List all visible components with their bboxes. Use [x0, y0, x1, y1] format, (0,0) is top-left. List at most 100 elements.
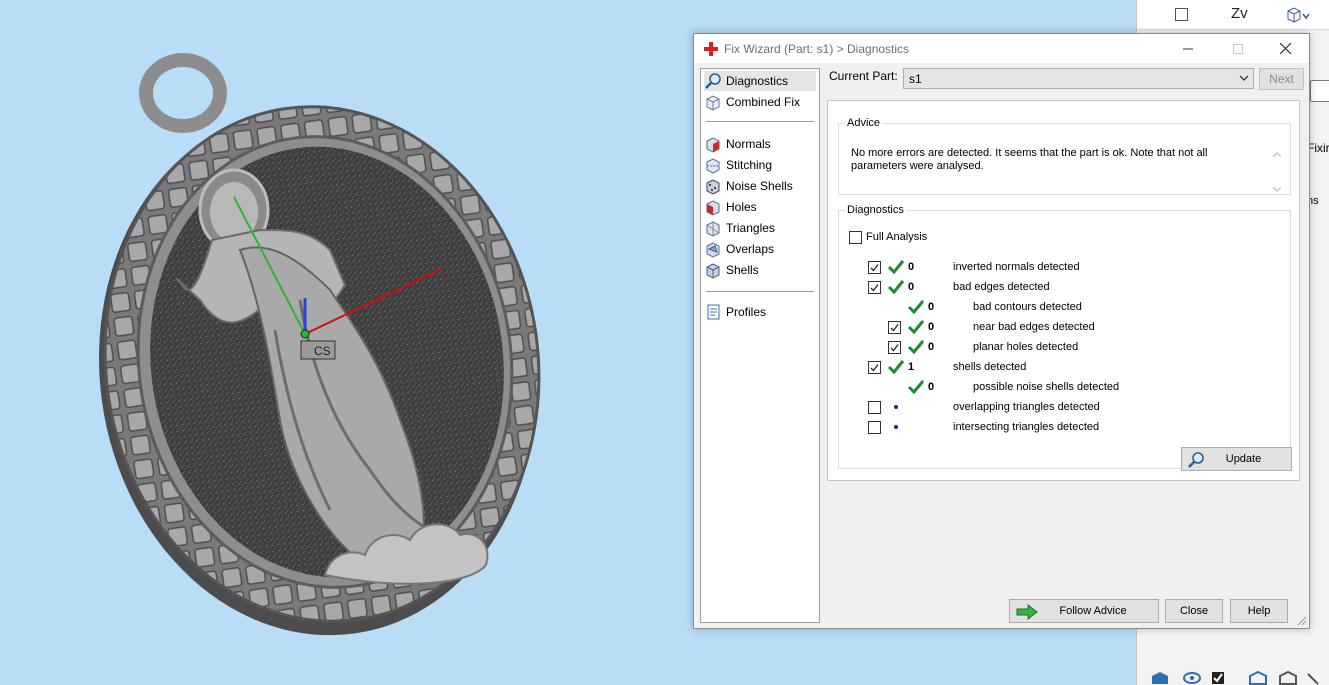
pending-dot-icon — [894, 405, 898, 409]
maximize-icon[interactable] — [1215, 34, 1261, 63]
diagnostics-legend: Diagnostics — [847, 204, 904, 216]
nav-label: Noise Shells — [726, 179, 793, 193]
row-label: possible noise shells detected — [973, 381, 1120, 393]
help-button[interactable]: Help — [1230, 599, 1288, 623]
overlaps-icon — [706, 242, 720, 258]
cs-label: CS — [314, 344, 331, 358]
side-row: Zv — [1137, 0, 1329, 30]
chevron-down-icon[interactable]: v — [1240, 5, 1248, 22]
close-icon[interactable] — [1262, 34, 1308, 63]
diag-row — [868, 259, 881, 275]
toolbar-cube3-icon[interactable] — [1279, 670, 1297, 685]
row-checkbox[interactable] — [868, 260, 881, 274]
nav-label: Stitching — [726, 158, 773, 172]
advice-text: No more errors are detected. It seems th… — [851, 147, 1208, 172]
cube-view-icon[interactable] — [1285, 5, 1311, 28]
current-part-value: s1 — [909, 72, 922, 86]
row-checkbox[interactable] — [868, 280, 881, 294]
full-analysis-label: Full Analysis — [866, 231, 928, 243]
diagnostics-pane: Advice No more errors are detected. It s… — [827, 100, 1300, 481]
row-label: bad edges detected — [953, 281, 1050, 293]
follow-advice-label: Follow Advice — [1059, 605, 1127, 617]
nav-item-combined-fix[interactable]: Combined Fix — [704, 92, 816, 112]
row-label: bad contours detected — [973, 301, 1082, 313]
row-count: 1 — [908, 361, 915, 373]
row-label: near bad edges detected — [973, 321, 1095, 333]
row-count: 0 — [928, 321, 935, 333]
nav-label: Shells — [726, 263, 759, 277]
magnifier-icon — [705, 73, 721, 89]
advice-group: Advice No more errors are detected. It s… — [838, 117, 1291, 195]
side-dropdown[interactable] — [1310, 80, 1329, 102]
row-label: inverted normals detected — [953, 261, 1080, 273]
noise-shells-icon — [706, 179, 720, 195]
row-label: overlapping triangles detected — [953, 401, 1100, 413]
normals-icon — [706, 137, 720, 153]
diag-row — [868, 279, 881, 295]
fix-wizard-dialog: Fix Wizard (Part: s1) > Diagnostics Diag… — [693, 33, 1310, 629]
row-count: 0 — [908, 261, 915, 273]
nav-label: Triangles — [726, 221, 775, 235]
row-count: 0 — [928, 381, 935, 393]
nav-item-overlaps[interactable]: Overlaps — [704, 239, 816, 259]
follow-advice-button[interactable]: Follow Advice — [1009, 599, 1159, 623]
toolbar-check-icon[interactable] — [1212, 672, 1224, 684]
row-count: 0 — [908, 281, 915, 293]
next-button[interactable]: Next — [1259, 68, 1304, 90]
chevron-down-icon — [1239, 75, 1249, 81]
row-label: intersecting triangles detected — [953, 421, 1100, 433]
toolbar-eye-icon[interactable] — [1183, 672, 1201, 684]
profiles-icon — [707, 304, 720, 320]
nav-label: Holes — [726, 200, 757, 214]
side-axis-label: Z — [1231, 5, 1241, 22]
green-check-icon — [887, 260, 905, 275]
row-checkbox[interactable] — [888, 340, 901, 354]
diagnostics-group: Diagnostics Full Analysis 0 inverted nor… — [838, 204, 1292, 471]
green-check-icon — [887, 280, 905, 295]
nav-label: Combined Fix — [726, 95, 801, 109]
full-analysis-checkbox[interactable] — [849, 231, 862, 244]
toolbar-wrench-icon[interactable] — [1307, 673, 1319, 685]
resize-grip-icon[interactable] — [1297, 616, 1307, 626]
row-label: shells detected — [953, 361, 1027, 373]
nav-item-diagnostics[interactable]: Diagnostics — [704, 71, 816, 91]
update-button[interactable]: Update — [1181, 447, 1292, 471]
title-bar[interactable]: Fix Wizard (Part: s1) > Diagnostics — [694, 34, 1309, 63]
toolbar-cube2-icon[interactable] — [1249, 670, 1267, 685]
green-check-icon — [907, 340, 925, 355]
advice-legend: Advice — [847, 117, 881, 129]
row-count: 0 — [928, 301, 935, 313]
update-label: Update — [1225, 453, 1262, 465]
nav-item-stitching[interactable]: Stitching — [704, 155, 816, 175]
nav-separator — [706, 291, 814, 292]
wizard-nav: Diagnostics Combined Fix Normals Stitchi… — [700, 68, 820, 623]
nav-item-noise-shells[interactable]: Noise Shells — [704, 176, 816, 196]
side-fixing-label: Fixir — [1307, 141, 1329, 155]
row-checkbox[interactable] — [888, 320, 901, 334]
nav-label: Profiles — [726, 305, 767, 319]
side-toolbar — [1146, 664, 1329, 685]
nav-item-profiles[interactable]: Profiles — [704, 302, 816, 322]
window-title: Fix Wizard (Part: s1) > Diagnostics — [724, 42, 910, 56]
close-button[interactable]: Close — [1165, 599, 1223, 623]
row-checkbox[interactable] — [868, 400, 881, 414]
row-count: 0 — [928, 341, 935, 353]
row-checkbox[interactable] — [868, 360, 881, 374]
side-checkbox[interactable] — [1175, 8, 1188, 21]
current-part-label: Current Part: — [829, 69, 898, 83]
row-label: planar holes detected — [973, 341, 1079, 353]
nav-item-shells[interactable]: Shells — [704, 260, 816, 280]
green-check-icon — [907, 300, 925, 315]
row-checkbox[interactable] — [868, 420, 881, 434]
shells-icon — [706, 263, 720, 279]
minimize-icon[interactable] — [1165, 34, 1211, 63]
nav-item-holes[interactable]: Holes — [704, 197, 816, 217]
nav-label: Normals — [726, 137, 771, 151]
nav-item-normals[interactable]: Normals — [704, 134, 816, 154]
current-part-select[interactable]: s1 — [903, 68, 1254, 89]
diag-row — [868, 399, 881, 415]
combined-fix-icon — [706, 95, 720, 111]
advice-scrollbar[interactable] — [1270, 149, 1284, 195]
nav-item-triangles[interactable]: Triangles — [704, 218, 816, 238]
toolbar-cube-icon[interactable] — [1152, 672, 1168, 684]
